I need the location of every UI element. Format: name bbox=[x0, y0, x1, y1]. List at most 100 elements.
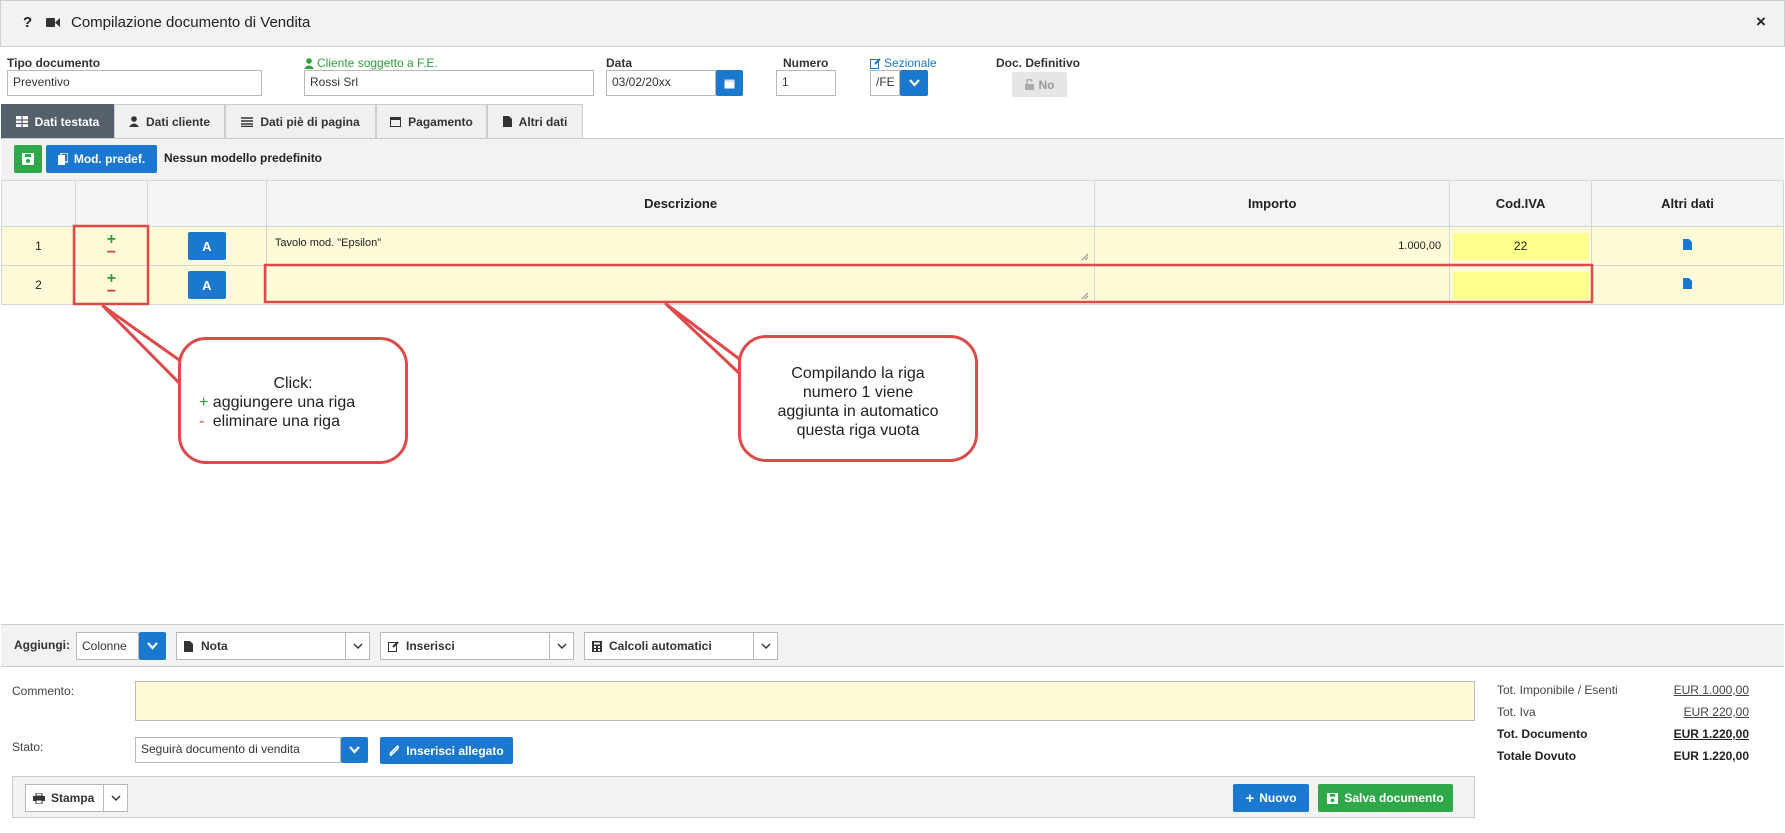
list-icon bbox=[241, 116, 254, 127]
descrizione-cell[interactable]: Tavolo mod. "Epsilon" bbox=[265, 226, 1096, 266]
tab-label: Dati cliente bbox=[145, 114, 211, 129]
cod-iva-cell[interactable]: 22 bbox=[1449, 226, 1593, 266]
remove-row-button[interactable]: − bbox=[76, 284, 147, 300]
descrizione-cell[interactable] bbox=[265, 265, 1096, 305]
calendar-icon bbox=[390, 117, 402, 127]
edit-icon bbox=[870, 57, 881, 69]
mod-predef-label: Mod. predef. bbox=[73, 152, 146, 166]
calendar-icon bbox=[724, 79, 735, 88]
tab-dati-pie-di-pagina[interactable]: Dati piè di pagina bbox=[225, 104, 376, 138]
tab-dati-testata[interactable]: Dati testata bbox=[1, 104, 114, 138]
row-action-cell: A bbox=[146, 226, 267, 266]
printer-icon bbox=[33, 792, 45, 804]
close-icon[interactable]: × bbox=[1756, 12, 1766, 32]
chevron-down-icon bbox=[147, 642, 158, 650]
callout-plus-symbol: + bbox=[199, 394, 209, 411]
column-header bbox=[146, 180, 267, 227]
sezionale-field[interactable]: /FE bbox=[870, 70, 900, 96]
total-row: Tot. Iva EUR 220,00 bbox=[1497, 705, 1749, 727]
mod-predef-button[interactable]: Mod. predef. bbox=[46, 145, 157, 173]
table-row: 1 + − A Tavolo mod. "Epsilon" 1.000,00 2… bbox=[1, 226, 1784, 266]
cod-iva-cell[interactable] bbox=[1449, 265, 1593, 305]
stato-label: Stato: bbox=[12, 740, 44, 754]
stampa-button[interactable]: Stampa bbox=[25, 784, 128, 812]
cliente-label-text: Cliente soggetto a F.E. bbox=[317, 56, 438, 70]
chevron-down-icon bbox=[549, 633, 573, 659]
document-icon[interactable] bbox=[1683, 278, 1693, 289]
nota-dropdown[interactable]: Nota bbox=[176, 632, 370, 660]
callout-line-add: + aggiungere una riga bbox=[181, 393, 405, 412]
callout-minus-text: eliminare una riga bbox=[212, 413, 340, 430]
inserisci-dropdown[interactable]: Inserisci bbox=[380, 632, 574, 660]
colonne-dropdown-button[interactable] bbox=[139, 632, 166, 660]
chevron-down-icon bbox=[349, 746, 360, 754]
tab-pagamento[interactable]: Pagamento bbox=[376, 104, 487, 138]
importo-cell[interactable] bbox=[1094, 265, 1451, 305]
colonne-select[interactable]: Colonne bbox=[76, 632, 139, 660]
row-a-button[interactable]: A bbox=[187, 232, 226, 260]
tab-altri-dati[interactable]: Altri dati bbox=[487, 104, 583, 138]
save-model-button[interactable] bbox=[14, 145, 42, 173]
doc-definitivo-toggle[interactable]: No bbox=[1012, 72, 1067, 97]
window-titlebar: ? Compilazione documento di Vendita × bbox=[0, 0, 1785, 47]
descrizione-value: Tavolo mod. "Epsilon" bbox=[274, 237, 382, 249]
resize-grip-icon[interactable] bbox=[1081, 292, 1089, 300]
inserisci-label: Inserisci bbox=[406, 639, 455, 653]
salva-label: Salva documento bbox=[1344, 791, 1444, 805]
callout-line: numero 1 viene bbox=[802, 384, 914, 401]
righe-table: Descrizione Importo Cod.IVA Altri dati 1… bbox=[1, 180, 1784, 305]
edit-icon bbox=[388, 640, 399, 652]
inserisci-allegato-button[interactable]: Inserisci allegato bbox=[380, 737, 513, 764]
callout-line: Compilando la riga bbox=[791, 365, 925, 382]
commento-label: Commento: bbox=[12, 684, 75, 698]
floppy-icon bbox=[22, 153, 34, 165]
cliente-field[interactable]: Rossi Srl bbox=[304, 70, 594, 96]
numero-label: Numero bbox=[783, 56, 829, 70]
chevron-down-icon[interactable] bbox=[103, 785, 127, 811]
callout-line: questa riga vuota bbox=[796, 422, 920, 439]
commento-field[interactable] bbox=[135, 681, 1475, 721]
resize-grip-icon[interactable] bbox=[1081, 253, 1089, 261]
table-icon bbox=[15, 116, 28, 127]
document-icon[interactable] bbox=[1683, 239, 1693, 250]
sezionale-dropdown-button[interactable] bbox=[900, 70, 928, 96]
calendar-button[interactable] bbox=[716, 70, 743, 96]
help-icon[interactable]: ? bbox=[23, 14, 32, 31]
stato-dropdown-button[interactable] bbox=[341, 737, 368, 763]
unlock-icon bbox=[1024, 79, 1034, 90]
document-icon bbox=[502, 116, 512, 127]
cliente-label[interactable]: Cliente soggetto a F.E. bbox=[304, 56, 438, 70]
tab-label: Dati piè di pagina bbox=[260, 114, 360, 129]
nota-label: Nota bbox=[201, 639, 228, 653]
data-field[interactable]: 03/02/20xx bbox=[606, 70, 716, 96]
row-a-button[interactable]: A bbox=[187, 271, 226, 299]
remove-row-button[interactable]: − bbox=[76, 245, 147, 261]
user-icon bbox=[304, 57, 314, 69]
modello-text: Nessun modello predefinito bbox=[164, 151, 323, 165]
numero-field[interactable]: 1 bbox=[776, 70, 836, 96]
row-number: 2 bbox=[1, 265, 76, 305]
cod-iva-field[interactable] bbox=[1452, 271, 1589, 299]
cod-iva-field[interactable]: 22 bbox=[1452, 232, 1589, 260]
total-value[interactable]: EUR 220,00 bbox=[1684, 705, 1749, 727]
importo-cell[interactable]: 1.000,00 bbox=[1094, 226, 1451, 266]
chevron-down-icon bbox=[753, 633, 777, 659]
aggiungi-label: Aggiungi: bbox=[14, 638, 70, 652]
calcoli-dropdown[interactable]: Calcoli automatici bbox=[584, 632, 778, 660]
callout-title: Click: bbox=[273, 375, 313, 392]
total-value[interactable]: EUR 1.220,00 bbox=[1674, 727, 1749, 749]
callout-minus-symbol: - bbox=[199, 413, 205, 430]
total-label: Totale Dovuto bbox=[1497, 749, 1577, 763]
sezionale-label[interactable]: Sezionale bbox=[870, 56, 937, 70]
tipo-documento-field[interactable]: Preventivo bbox=[7, 70, 262, 96]
nuovo-button[interactable]: + Nuovo bbox=[1233, 784, 1309, 812]
total-label: Tot. Imponibile / Esenti bbox=[1497, 683, 1618, 697]
salva-documento-button[interactable]: Salva documento bbox=[1318, 784, 1453, 812]
total-value[interactable]: EUR 1.000,00 bbox=[1674, 683, 1749, 705]
video-camera-icon bbox=[46, 17, 60, 31]
total-label: Tot. Documento bbox=[1497, 727, 1588, 741]
stato-select[interactable]: Seguirà documento di vendita bbox=[135, 737, 341, 763]
calcoli-label: Calcoli automatici bbox=[609, 639, 712, 653]
doc-definitivo-value: No bbox=[1038, 77, 1055, 92]
tab-dati-cliente[interactable]: Dati cliente bbox=[114, 104, 225, 138]
